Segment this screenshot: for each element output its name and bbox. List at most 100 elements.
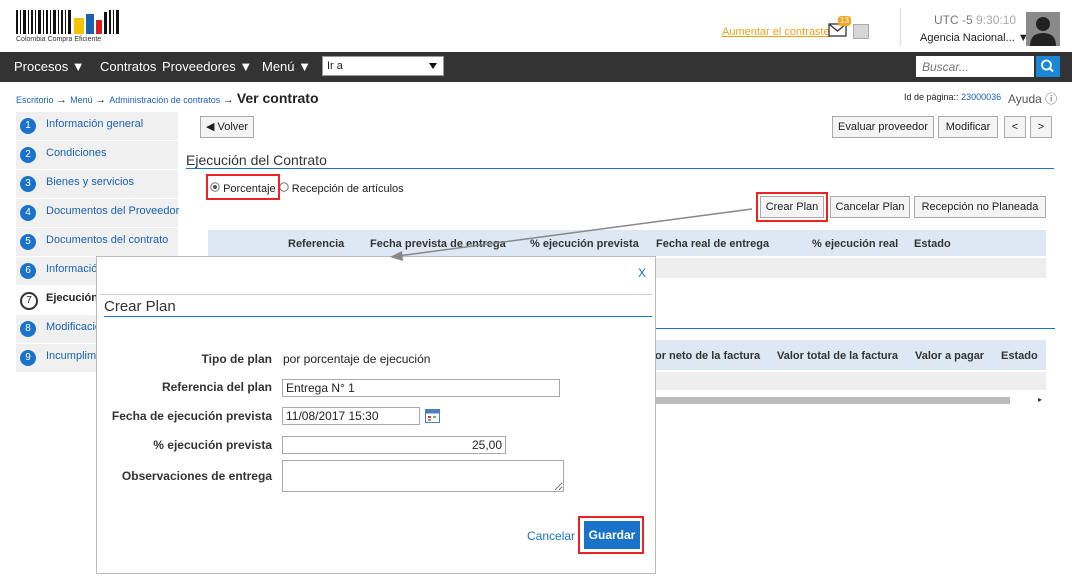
nav-menu[interactable]: Menú ▼ — [262, 59, 311, 74]
column-header: Fecha prevista de entrega — [370, 238, 506, 250]
step-number: 2 — [20, 147, 36, 163]
column-header: Estado — [914, 238, 951, 250]
plan-reference-label: Referencia del plan — [161, 380, 272, 394]
highlight-box — [578, 516, 644, 554]
logo-caption: Colombia Compra Eficiente — [16, 36, 102, 43]
delivery-notes-textarea[interactable] — [282, 460, 564, 492]
cancel-plan-button[interactable]: Cancelar Plan — [830, 196, 910, 218]
plan-table-header: Referencia Fecha prevista de entrega % e… — [208, 230, 1046, 256]
step-label: Informació — [46, 263, 98, 275]
column-header: or neto de la factura — [655, 350, 761, 362]
step-number: 3 — [20, 176, 36, 192]
step-informacion-general[interactable]: 1 Información general — [16, 112, 178, 141]
column-header: Fecha real de entrega — [656, 238, 770, 250]
plan-type-label: Tipo de plan — [201, 352, 272, 366]
arrow-right-icon: → — [222, 94, 237, 106]
breadcrumb-menu[interactable]: Menú — [70, 95, 93, 105]
step-number: 5 — [20, 234, 36, 250]
radio-recepcion-label: Recepción de artículos — [291, 183, 404, 195]
highlight-box — [756, 192, 828, 222]
agency-selector[interactable]: Agencia Nacional... ▼ — [920, 32, 1029, 44]
top-header: Colombia Compra Eficiente Aumentar el co… — [0, 0, 1072, 52]
highlight-box — [206, 174, 280, 200]
page-title: Ver contrato — [236, 90, 319, 106]
step-bienes-servicios[interactable]: 3 Bienes y servicios — [16, 170, 178, 199]
step-label: Incumplimi — [46, 350, 99, 362]
column-header: % ejecución prevista — [530, 238, 639, 250]
step-label: Modificació — [46, 321, 102, 333]
page-id: Id de página:: 23000036 — [904, 92, 1001, 102]
cancel-button[interactable]: Cancelar — [527, 529, 575, 543]
utc-time: 9:30:10 — [976, 13, 1017, 27]
step-label: Condiciones — [46, 147, 107, 159]
column-header: Estado — [1001, 350, 1038, 362]
step-number: 7 — [20, 292, 38, 310]
close-modal-button[interactable]: X — [638, 266, 646, 280]
delivery-notes-label: Observaciones de entrega — [121, 469, 272, 483]
step-number: 6 — [20, 263, 36, 279]
table-row — [655, 372, 1046, 390]
unplanned-reception-button[interactable]: Recepción no Planeada — [914, 196, 1046, 218]
section-divider — [186, 168, 1054, 169]
column-header: Valor total de la factura — [777, 350, 899, 362]
circle-arrow-left-icon: ◀ — [205, 121, 215, 133]
column-header: Valor a pagar — [915, 350, 985, 362]
modify-button[interactable]: Modificar — [938, 116, 998, 138]
planned-percentage-input[interactable] — [282, 436, 506, 454]
step-number: 1 — [20, 118, 36, 134]
header-divider — [900, 8, 901, 46]
next-button[interactable]: > — [1030, 116, 1052, 138]
breadcrumb-admin[interactable]: Administración de contratos — [109, 95, 220, 105]
back-button[interactable]: ◀ Volver — [200, 116, 254, 138]
plan-reference-input[interactable] — [282, 379, 560, 397]
chevron-down-icon — [429, 63, 437, 69]
step-condiciones[interactable]: 2 Condiciones — [16, 141, 178, 170]
planned-date-label: Fecha de ejecución prevista — [111, 409, 272, 423]
mail-count-badge: 13 — [838, 16, 851, 26]
search-button[interactable] — [1036, 56, 1060, 77]
increase-contrast-link[interactable]: Aumentar el contraste — [722, 26, 830, 38]
nav-proveedores[interactable]: Proveedores ▼ — [162, 59, 252, 74]
nav-contratos[interactable]: Contratos — [100, 59, 156, 74]
radio-unselected-icon — [279, 182, 289, 192]
calendar-icon[interactable] — [425, 408, 440, 423]
colombia-compra-logo[interactable]: Colombia Compra Eficiente — [16, 10, 120, 46]
scroll-right-icon[interactable]: ▸ — [1038, 395, 1042, 404]
step-documentos-proveedor[interactable]: 4 Documentos del Proveedor — [16, 199, 180, 228]
documents-icon[interactable] — [853, 24, 869, 39]
column-header: % ejecución real — [812, 238, 899, 250]
section-title: Ejecución del Contrato — [186, 152, 327, 168]
back-button-label: Volver — [217, 121, 249, 133]
help-link[interactable]: Ayuda ⓘ — [1008, 90, 1057, 107]
previous-button[interactable]: < — [1004, 116, 1026, 138]
barcode-logo-icon — [16, 10, 119, 34]
page-id-value: 23000036 — [961, 92, 1002, 102]
step-number: 9 — [20, 350, 36, 366]
utc-label: UTC -5 — [934, 13, 973, 27]
horizontal-scrollbar[interactable] — [655, 397, 1010, 404]
section-divider — [655, 328, 1055, 329]
step-label: Documentos del contrato — [46, 234, 169, 246]
planned-date-input[interactable] — [282, 407, 420, 425]
modal-divider — [100, 294, 652, 295]
column-header: Referencia — [288, 238, 345, 250]
step-number: 8 — [20, 321, 36, 337]
step-label: Bienes y servicios — [46, 176, 135, 188]
step-number: 4 — [20, 205, 36, 221]
radio-recepcion[interactable]: Recepción de artículos — [279, 182, 404, 195]
step-documentos-contrato[interactable]: 5 Documentos del contrato — [16, 228, 178, 257]
plan-type-value: por porcentaje de ejecución — [283, 352, 431, 366]
invoice-table-header: or neto de la factura Valor total de la … — [655, 340, 1046, 370]
nav-procesos[interactable]: Procesos ▼ — [14, 59, 85, 74]
user-avatar-icon[interactable] — [1026, 12, 1060, 46]
agency-name: Agencia Nacional... — [920, 32, 1015, 44]
modal-title-underline — [104, 316, 652, 317]
search-input[interactable] — [916, 56, 1034, 77]
breadcrumb-escritorio[interactable]: Escritorio — [16, 95, 54, 105]
goto-select[interactable]: Ir a — [322, 56, 444, 76]
evaluate-provider-button[interactable]: Evaluar proveedor — [832, 116, 934, 138]
utc-clock: UTC -5 9:30:10 — [934, 13, 1016, 27]
step-label: Ejecución — [46, 292, 98, 304]
step-label: Documentos del Proveedor — [46, 205, 180, 217]
arrow-right-icon: → — [56, 94, 71, 106]
